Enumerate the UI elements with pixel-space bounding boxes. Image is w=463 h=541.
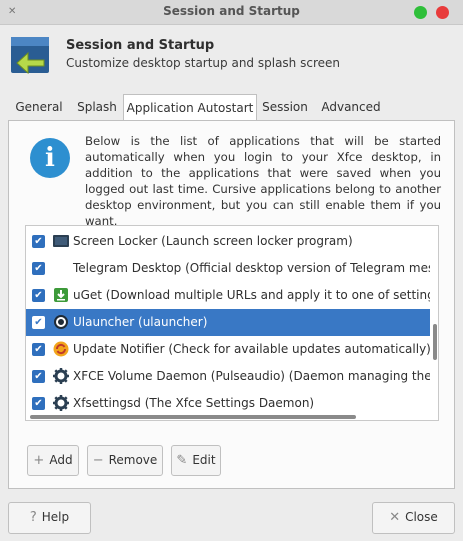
remove-button[interactable]: − Remove	[87, 445, 163, 476]
list-item-label: Update Notifier (Check for available upd…	[73, 342, 430, 356]
help-button[interactable]: ? Help	[8, 502, 91, 534]
checkbox[interactable]: ✔	[32, 397, 45, 410]
autostart-list[interactable]: ✔ Screen Locker (Launch screen locker pr…	[25, 225, 439, 421]
close-window-button[interactable]	[436, 6, 449, 19]
list-item-label: Telegram Desktop (Official desktop versi…	[73, 261, 430, 275]
autostart-panel: i Below is the list of applications that…	[8, 120, 455, 489]
list-item-label: XFCE Volume Daemon (Pulseaudio) (Daemon …	[73, 369, 430, 383]
header-subtitle: Customize desktop startup and splash scr…	[66, 56, 340, 70]
uget-icon	[54, 288, 68, 302]
gear-icon	[53, 395, 69, 411]
dialog-header: Session and Startup Customize desktop st…	[0, 26, 463, 84]
add-button[interactable]: + Add	[27, 445, 79, 476]
tab-splash[interactable]: Splash	[70, 94, 124, 120]
list-item[interactable]: ✔ uGet (Download multiple URLs and apply…	[26, 282, 430, 309]
checkbox[interactable]: ✔	[32, 316, 45, 329]
checkbox[interactable]: ✔	[32, 289, 45, 302]
update-icon	[53, 341, 69, 357]
title-bar[interactable]: ✕ Session and Startup	[0, 0, 463, 25]
question-icon: ?	[29, 510, 37, 525]
list-item-selected[interactable]: ✔ Ulauncher (ulauncher)	[26, 309, 430, 336]
screen-icon	[53, 235, 69, 247]
list-item-label: Screen Locker (Launch screen locker prog…	[73, 234, 353, 248]
list-item[interactable]: ✔ Update Notifier (Check for available u…	[26, 336, 430, 363]
close-button-label: Close	[405, 510, 438, 524]
list-item[interactable]: ✔ XFCE Volume Daemon (Pulseaudio) (Daemo…	[26, 363, 430, 390]
ulauncher-icon	[54, 315, 68, 329]
tab-advanced[interactable]: Advanced	[315, 94, 387, 120]
horizontal-scrollbar-thumb[interactable]	[30, 415, 356, 419]
list-item-label: Xfsettingsd (The Xfce Settings Daemon)	[73, 396, 315, 410]
remove-button-label: Remove	[108, 453, 158, 467]
header-title: Session and Startup	[66, 38, 215, 53]
plus-icon: +	[33, 453, 45, 468]
pencil-icon: ✎	[176, 453, 188, 468]
list-item[interactable]: ✔ Screen Locker (Launch screen locker pr…	[26, 228, 430, 255]
minus-icon: −	[92, 453, 104, 468]
horizontal-scrollbar[interactable]	[26, 412, 438, 420]
vertical-scrollbar-thumb[interactable]	[433, 324, 437, 360]
tab-general[interactable]: General	[8, 94, 70, 120]
checkbox[interactable]: ✔	[32, 343, 45, 356]
checkbox[interactable]: ✔	[32, 262, 45, 275]
edit-button-label: Edit	[192, 453, 216, 467]
add-button-label: Add	[49, 453, 73, 467]
help-button-label: Help	[41, 510, 70, 524]
window-title: Session and Startup	[163, 4, 300, 18]
list-item-label: Ulauncher (ulauncher)	[73, 315, 208, 329]
gear-icon	[53, 368, 69, 384]
close-button[interactable]: ✕ Close	[372, 502, 455, 534]
checkbox[interactable]: ✔	[32, 370, 45, 383]
session-startup-icon	[11, 37, 49, 74]
edit-button[interactable]: ✎ Edit	[171, 445, 221, 476]
list-item[interactable]: ✔ Telegram Desktop (Official desktop ver…	[26, 255, 430, 282]
info-text: Below is the list of applications that w…	[85, 134, 441, 228]
tab-application-autostart[interactable]: Application Autostart	[123, 94, 257, 121]
list-item-label: uGet (Download multiple URLs and apply i…	[73, 288, 430, 302]
maximize-button[interactable]	[414, 6, 427, 19]
tab-session[interactable]: Session	[258, 94, 312, 120]
checkbox[interactable]: ✔	[32, 235, 45, 248]
vertical-scrollbar[interactable]	[431, 226, 438, 412]
close-icon: ✕	[389, 510, 401, 525]
info-icon: i	[30, 138, 70, 178]
